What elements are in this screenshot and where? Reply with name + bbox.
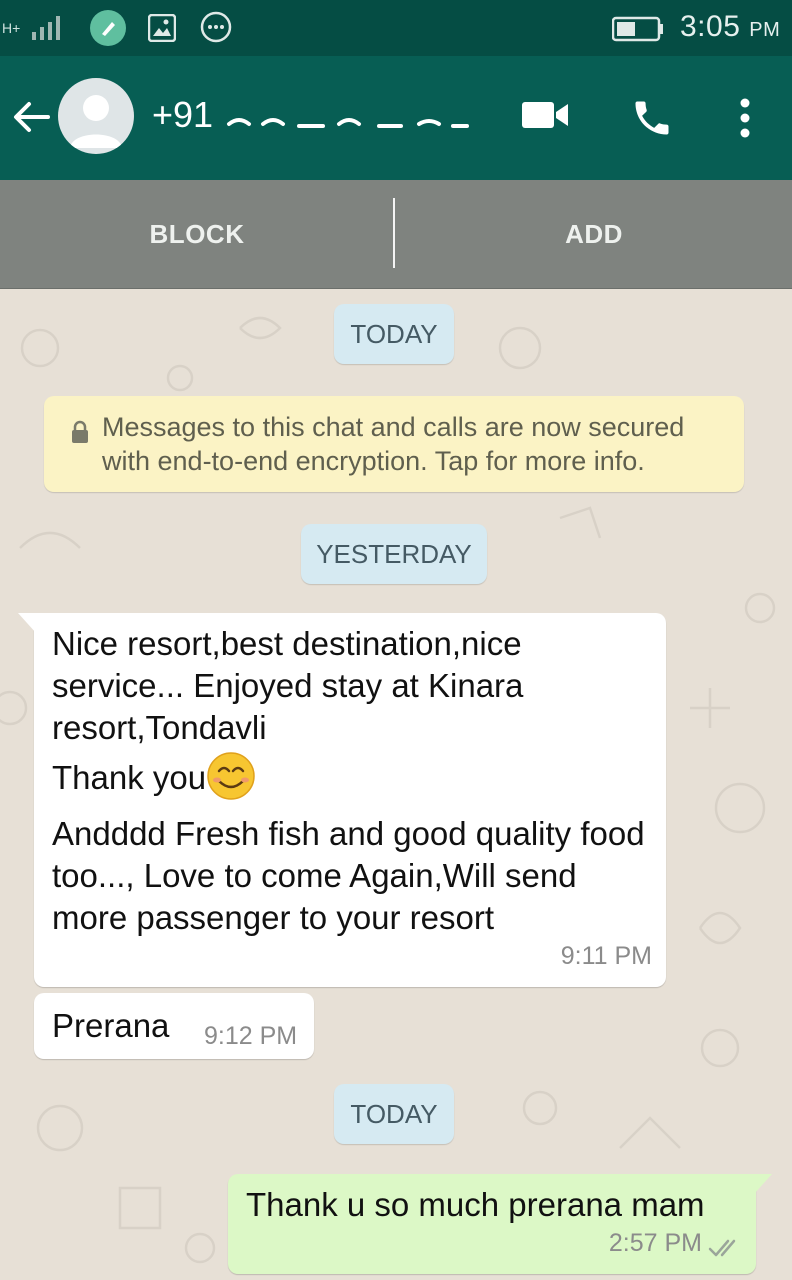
smiling-face-emoji (207, 752, 255, 801)
message-time: 2:57 PM (608, 1229, 702, 1257)
date-divider: TODAY (334, 304, 454, 364)
block-button[interactable]: BLOCK (0, 180, 394, 288)
bubble-tail (754, 1174, 772, 1194)
unknown-contact-actions: BLOCK ADD (0, 180, 792, 289)
read-ticks-icon (708, 1239, 736, 1257)
encryption-notice-text: Messages to this chat and calls are now … (102, 412, 685, 476)
contact-name[interactable]: +91 (152, 94, 473, 136)
message-paragraph: Thank you (52, 752, 652, 801)
bubble-tail (18, 613, 36, 633)
image-notification-icon (148, 14, 176, 42)
encryption-notice[interactable]: Messages to this chat and calls are now … (44, 396, 744, 492)
default-avatar-icon (70, 95, 122, 148)
contact-avatar[interactable] (58, 78, 134, 154)
message-time: 9:11 PM (560, 942, 652, 970)
message-notification-icon (200, 11, 232, 43)
add-contact-button[interactable]: ADD (396, 180, 792, 288)
back-arrow-icon[interactable] (12, 100, 50, 134)
message-text: Prerana (52, 1007, 170, 1044)
signal-icon (32, 16, 60, 40)
outgoing-message[interactable]: Thank u so much prerana mam 2:57 PM (228, 1174, 772, 1274)
message-paragraph: Andddd Fresh fish and good quality food … (52, 815, 645, 936)
network-type: H+ (2, 20, 21, 36)
clock: 3:05 PM (680, 10, 781, 43)
voice-call-icon[interactable] (630, 96, 674, 140)
incoming-message[interactable]: Prerana 9:12 PM (34, 993, 314, 1059)
battery-icon (612, 16, 663, 42)
action-divider (393, 198, 395, 268)
message-paragraph: Nice resort,best destination,nice servic… (52, 625, 524, 746)
message-time: 9:12 PM (204, 1022, 298, 1050)
cleaner-notification-icon (90, 10, 126, 46)
message-text: Thank u so much prerana mam (246, 1186, 705, 1223)
date-divider: YESTERDAY (301, 524, 487, 584)
lock-icon (72, 420, 88, 443)
date-divider: TODAY (334, 1084, 454, 1144)
chat-header: +91 (0, 56, 792, 180)
status-bar: H+ 3:05 PM (0, 0, 792, 56)
message-list[interactable]: TODAY Messages to this chat and calls ar… (0, 288, 792, 1280)
redacted-number (227, 118, 470, 129)
video-call-icon[interactable] (522, 100, 570, 130)
incoming-message[interactable]: Nice resort,best destination,nice servic… (18, 613, 666, 987)
overflow-menu-icon[interactable] (738, 98, 752, 138)
